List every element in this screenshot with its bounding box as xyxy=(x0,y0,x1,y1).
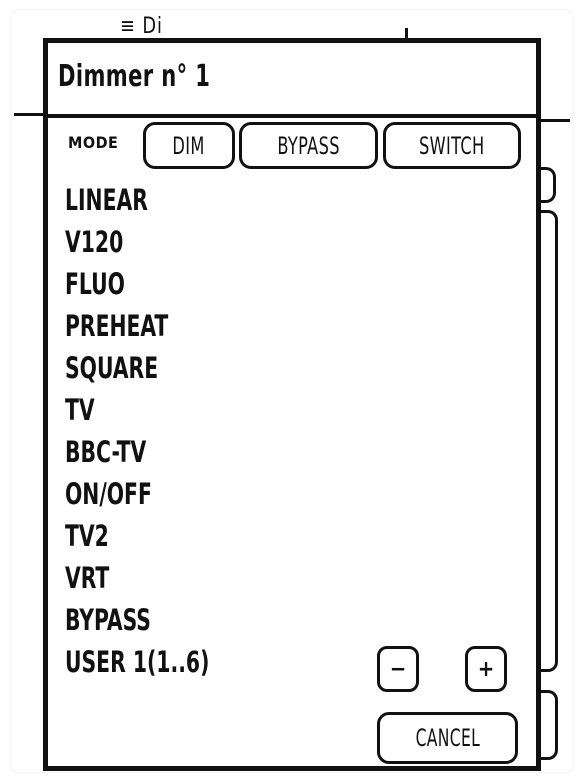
curve-item-label: SQUARE xyxy=(65,351,159,385)
dialog-title: Dimmer n° 1 xyxy=(58,59,211,94)
curve-item-label: VRT xyxy=(65,561,110,595)
minus-icon: − xyxy=(389,656,407,682)
curve-item-preheat[interactable]: PREHEAT xyxy=(65,305,250,347)
curve-item-linear[interactable]: LINEAR xyxy=(65,179,250,221)
mode-bypass-button[interactable]: BYPASS xyxy=(239,122,378,169)
curve-item-label: PREHEAT xyxy=(65,309,169,343)
curve-item-label: BBC-TV xyxy=(65,435,147,469)
curve-item-tv[interactable]: TV xyxy=(65,389,250,431)
mode-label: MODE xyxy=(68,133,119,152)
mode-dim-button[interactable]: DIM xyxy=(143,122,235,169)
curve-item-label: V120 xyxy=(65,225,124,259)
mode-bypass-label: BYPASS xyxy=(277,131,340,160)
background-title-fragment: ≡ Di xyxy=(120,14,163,39)
curve-item-fluo[interactable]: FLUO xyxy=(65,263,250,305)
plus-icon: + xyxy=(477,656,495,682)
background-divider xyxy=(541,119,570,122)
curve-item-tv2[interactable]: TV2 xyxy=(65,515,250,557)
decrement-button[interactable]: − xyxy=(377,646,419,692)
mode-dim-label: DIM xyxy=(172,131,206,160)
curve-item-v120[interactable]: V120 xyxy=(65,221,250,263)
curve-item-label: TV2 xyxy=(65,519,109,553)
curve-item-label: ON/OFF xyxy=(65,477,152,511)
background-panel xyxy=(541,210,558,672)
curve-item-bypass[interactable]: BYPASS xyxy=(65,599,250,641)
curve-item-on-off[interactable]: ON/OFF xyxy=(65,473,250,515)
curve-item-square[interactable]: SQUARE xyxy=(65,347,250,389)
mode-switch-label: SWITCH xyxy=(419,131,485,160)
background-panel xyxy=(541,167,556,203)
background-divider xyxy=(14,113,44,116)
background-panel xyxy=(541,690,558,760)
curve-item-vrt[interactable]: VRT xyxy=(65,557,250,599)
dimmer-dialog: Dimmer n° 1 MODE DIM BYPASS SWITCH LINEA… xyxy=(43,38,541,771)
curve-item-label: FLUO xyxy=(65,267,125,301)
cancel-button[interactable]: CANCEL xyxy=(377,712,518,764)
increment-button[interactable]: + xyxy=(465,646,507,692)
curve-item-label: BYPASS xyxy=(65,603,151,637)
background-tick xyxy=(405,28,408,38)
curve-item-label: USER 1(1..6) xyxy=(65,645,210,679)
curve-item-label: TV xyxy=(65,393,95,427)
cancel-label: CANCEL xyxy=(415,724,480,752)
curve-item-user[interactable]: USER 1(1..6) xyxy=(65,641,250,683)
curve-list: LINEAR V120 FLUO PREHEAT SQUARE TV BBC-T… xyxy=(65,179,250,683)
title-divider xyxy=(48,114,536,118)
curve-item-bbc-tv[interactable]: BBC-TV xyxy=(65,431,250,473)
curve-item-label: LINEAR xyxy=(65,183,148,217)
mode-switch-button[interactable]: SWITCH xyxy=(383,122,521,169)
